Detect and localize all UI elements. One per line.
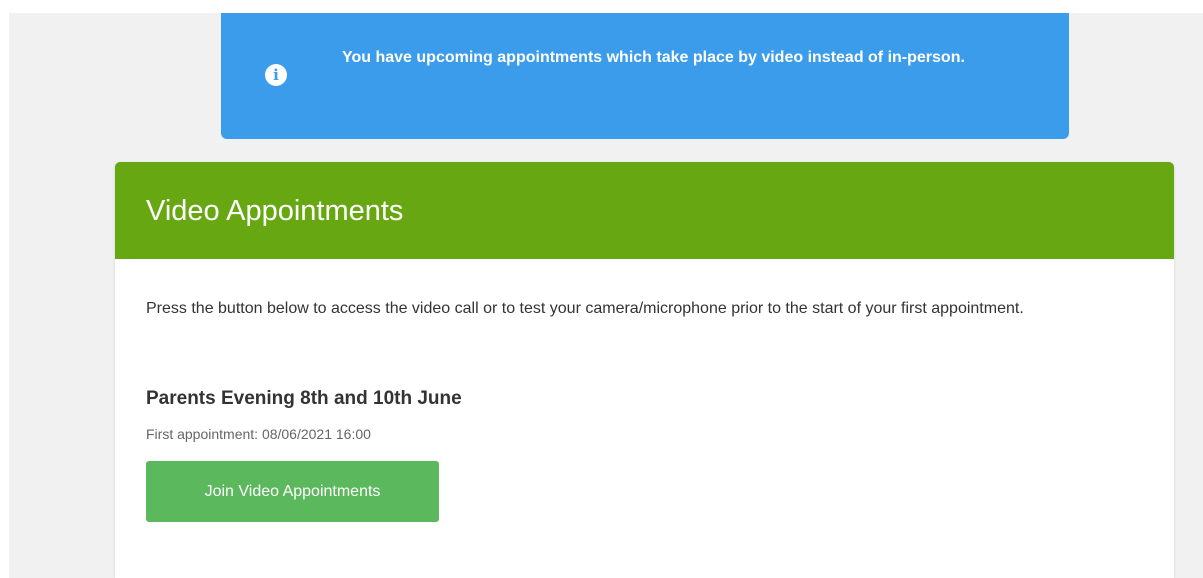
video-appointments-alert	[221, 13, 1069, 139]
alert-message: You have upcoming appointments which tak…	[342, 49, 965, 66]
card-header: Video Appointments	[115, 162, 1174, 259]
join-video-appointments-button[interactable]: Join Video Appointments	[146, 461, 439, 522]
info-icon-glyph: i	[273, 65, 279, 84]
card-description: Press the button below to access the vid…	[146, 300, 1024, 317]
event-name: Parents Evening 8th and 10th June	[146, 388, 462, 409]
card-title: Video Appointments	[146, 195, 404, 227]
first-appointment-time: First appointment: 08/06/2021 16:00	[146, 426, 371, 442]
video-appointments-card: Video Appointments Press the button belo…	[115, 162, 1174, 578]
info-icon: i	[265, 64, 287, 86]
